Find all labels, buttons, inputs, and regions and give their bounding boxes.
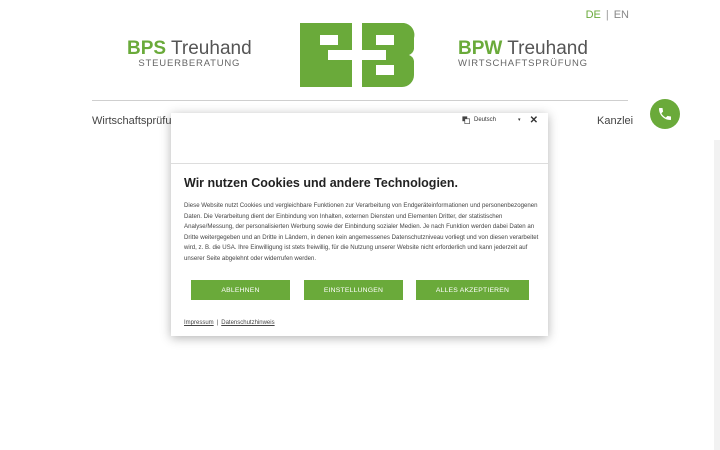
brand-bpw-subtitle: WIRTSCHAFTSPRÜFUNG	[458, 58, 588, 69]
language-select[interactable]: Deutsch ▾	[462, 116, 521, 124]
page-scrollbar[interactable]	[714, 140, 720, 450]
accept-all-button[interactable]: ALLES AKZEPTIEREN	[416, 280, 529, 300]
lang-separator: |	[605, 9, 609, 21]
nav-item-wirtschaftspruefung[interactable]: Wirtschaftsprüfung	[92, 115, 184, 127]
brand-bps[interactable]: BPS Treuhand STEUERBERATUNG	[127, 38, 252, 69]
lang-en-link[interactable]: EN	[614, 9, 629, 21]
nav-item-kanzlei[interactable]: Kanzlei	[597, 115, 633, 127]
brand-bps-subtitle: STEUERBERATUNG	[138, 58, 241, 69]
brand-bps-name: BPS Treuhand	[127, 38, 252, 59]
phone-button[interactable]	[650, 99, 680, 129]
imprint-link[interactable]: Impressum	[184, 320, 214, 326]
privacy-link[interactable]: Datenschutzhinweis	[221, 320, 274, 326]
language-switcher: DE | EN	[586, 9, 629, 21]
settings-button[interactable]: EINSTELLUNGEN	[304, 280, 403, 300]
chevron-down-icon: ▾	[518, 117, 521, 123]
brand-bpw-name: BPW Treuhand	[458, 38, 588, 59]
cookie-dialog-header: Deutsch ▾ ✕	[171, 113, 548, 164]
cookie-consent-dialog: Deutsch ▾ ✕ Wir nutzen Cookies und ander…	[171, 113, 548, 336]
reject-button[interactable]: ABLEHNEN	[191, 280, 290, 300]
links-separator: |	[216, 320, 219, 326]
header-divider	[92, 100, 628, 101]
cookie-dialog-text: Diese Website nutzt Cookies und vergleic…	[184, 202, 539, 262]
lang-de-link[interactable]: DE	[586, 9, 601, 21]
brand-bpw[interactable]: BPW Treuhand WIRTSCHAFTSPRÜFUNG	[458, 38, 588, 69]
phone-icon	[659, 108, 671, 120]
close-icon[interactable]: ✕	[530, 115, 538, 126]
cookie-dialog-title: Wir nutzen Cookies und andere Technologi…	[184, 176, 458, 190]
translate-icon	[462, 116, 470, 124]
logo[interactable]	[298, 23, 416, 87]
cookie-dialog-links: Impressum | Datenschutzhinweis	[184, 320, 275, 326]
language-select-value: Deutsch	[474, 117, 497, 123]
